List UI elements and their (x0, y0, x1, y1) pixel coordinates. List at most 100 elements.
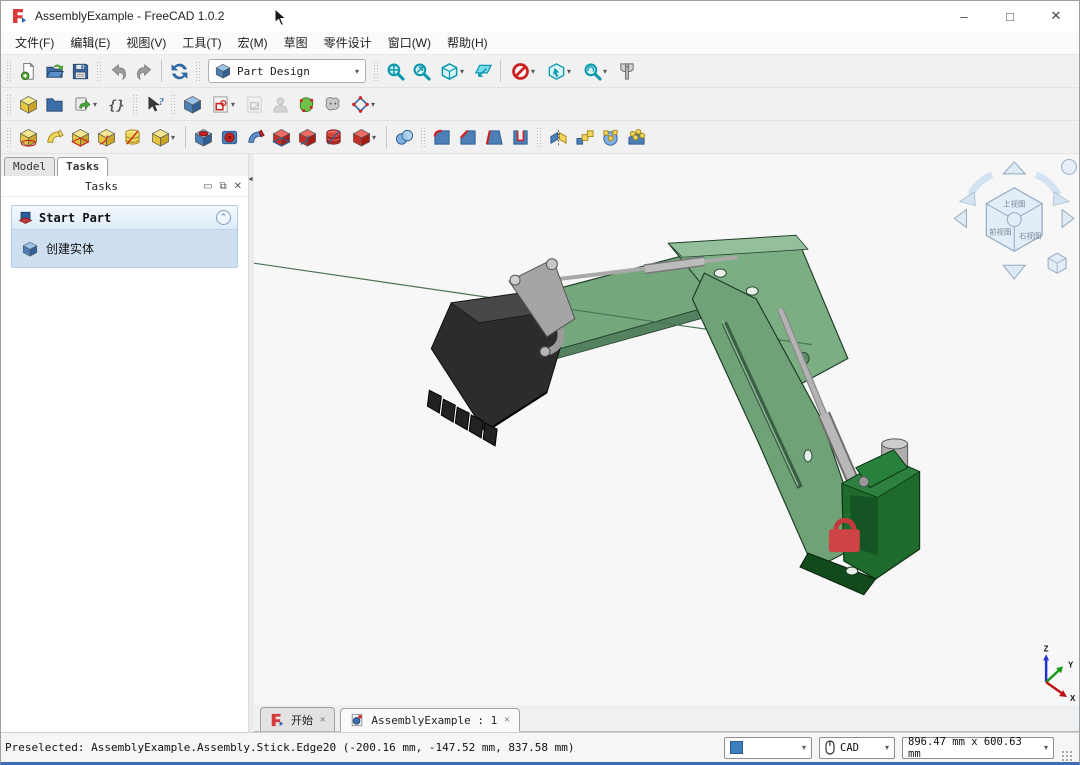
menu-view[interactable]: 视图(V) (118, 31, 174, 54)
toolbar-drag-handle[interactable] (132, 94, 138, 114)
menu-part-design[interactable]: 零件设计 (316, 31, 380, 54)
toolbar-drag-handle[interactable] (195, 61, 201, 81)
toolbar-drag-handle[interactable] (170, 94, 176, 114)
measure-button[interactable] (613, 58, 639, 84)
excavator-model[interactable] (254, 235, 920, 594)
create-sketch-button[interactable]: ▾ (205, 91, 241, 117)
toolbar-drag-handle[interactable] (536, 127, 542, 147)
toolbar-drag-handle[interactable] (6, 94, 12, 114)
workbench-selector[interactable]: Part Design ▾ (208, 59, 366, 83)
navcube-rotate-left[interactable] (959, 192, 975, 206)
additive-helix-button[interactable] (119, 124, 145, 150)
menu-edit[interactable]: 编辑(E) (62, 31, 118, 54)
navcube-arrow-up[interactable] (1003, 162, 1025, 174)
chamfer-button[interactable] (455, 124, 481, 150)
maximize-button[interactable]: □ (987, 1, 1033, 31)
tab-model[interactable]: Model (4, 157, 55, 176)
clipping-plane-button[interactable]: ▾ (505, 58, 541, 84)
mirrored-button[interactable] (545, 124, 571, 150)
panel-float-button[interactable]: ⧉ (219, 181, 226, 192)
variable-set-button[interactable]: {} (103, 91, 129, 117)
refresh-button[interactable] (166, 58, 192, 84)
element-selection-button[interactable]: ▾ (541, 58, 577, 84)
new-document-button[interactable] (15, 58, 41, 84)
panel-collapse-button[interactable]: ▭ (203, 181, 212, 192)
create-body-button[interactable] (179, 91, 205, 117)
3d-viewport[interactable]: 上视图 前视图 右视图 Z (254, 154, 1079, 705)
clone-button[interactable] (319, 91, 345, 117)
additive-primitive-button[interactable]: ▾ (145, 124, 181, 150)
navcube-orbit-dot[interactable] (1062, 159, 1077, 174)
menu-file[interactable]: 文件(F) (7, 31, 62, 54)
subtractive-helix-button[interactable] (320, 124, 346, 150)
menu-sketch[interactable]: 草图 (276, 31, 316, 54)
subtractive-loft-button[interactable] (268, 124, 294, 150)
close-button[interactable]: ✕ (1033, 1, 1079, 31)
linear-pattern-button[interactable] (571, 124, 597, 150)
navcube-arrow-right[interactable] (1062, 210, 1074, 228)
clipping-icon (511, 62, 530, 81)
draft-button[interactable] (481, 124, 507, 150)
draw-style-button[interactable]: ▾ (577, 58, 613, 84)
menu-help[interactable]: 帮助(H) (439, 31, 496, 54)
draw-style-selector[interactable]: ▾ (724, 737, 812, 759)
fillet-button[interactable] (429, 124, 455, 150)
toolbar-drag-handle[interactable] (96, 61, 102, 81)
revolution-button[interactable] (41, 124, 67, 150)
view-size-selector[interactable]: 896.47 mm x 600.63 mm ▾ (902, 737, 1054, 759)
create-body-task-item[interactable]: 创建实体 (12, 230, 237, 267)
pad-button[interactable] (15, 124, 41, 150)
toolbar-drag-handle[interactable] (373, 61, 379, 81)
axonometric-view-button[interactable]: ▾ (434, 58, 470, 84)
undo-button[interactable] (105, 58, 131, 84)
make-link-button[interactable]: ▾ (67, 91, 103, 117)
multi-transform-button[interactable] (623, 124, 649, 150)
subtractive-primitive-button[interactable]: ▾ (346, 124, 382, 150)
navcube-rotate-right[interactable] (1053, 192, 1069, 206)
panel-close-button[interactable]: ✕ (234, 181, 242, 192)
polar-pattern-button[interactable] (597, 124, 623, 150)
toolbar-drag-handle[interactable] (6, 61, 12, 81)
redo-button[interactable] (131, 58, 157, 84)
navigation-cube[interactable]: 上视图 前视图 右视图 (954, 159, 1076, 279)
navigation-style-selector[interactable]: CAD ▾ (819, 737, 895, 759)
fit-all-button[interactable] (382, 58, 408, 84)
navcube-top-label[interactable]: 上视图 (1003, 199, 1025, 209)
minimize-button[interactable]: – (941, 1, 987, 31)
navcube-arrow-down[interactable] (1003, 265, 1025, 279)
additive-sweep-button[interactable] (93, 124, 119, 150)
create-part-button[interactable] (15, 91, 41, 117)
whats-this-button[interactable]: ? (141, 91, 167, 117)
navcube-arrow-left[interactable] (954, 210, 966, 228)
create-group-button[interactable] (41, 91, 67, 117)
boolean-button[interactable] (391, 124, 417, 150)
tab-start-page[interactable]: 开始 ✕ (260, 707, 335, 731)
save-button[interactable] (67, 58, 93, 84)
section-collapse-icon[interactable]: ⌃ (216, 210, 231, 225)
menu-tools[interactable]: 工具(T) (174, 31, 229, 54)
tab-tasks[interactable]: Tasks (57, 157, 108, 176)
view-plane-button[interactable] (470, 58, 496, 84)
tab-close-icon[interactable]: ✕ (320, 715, 325, 725)
open-document-button[interactable] (41, 58, 67, 84)
menu-window[interactable]: 窗口(W) (380, 31, 439, 54)
splitter-collapse-icon[interactable]: ◄ (247, 176, 254, 183)
tab-close-icon[interactable]: ✕ (504, 715, 509, 725)
tab-assembly-document[interactable]: AssemblyExample : 1 ✕ (340, 708, 519, 732)
navcube-front-label[interactable]: 前视图 (989, 226, 1011, 236)
navcube-right-label[interactable]: 右视图 (1019, 230, 1041, 240)
groove-button[interactable] (242, 124, 268, 150)
shape-binder-button[interactable] (293, 91, 319, 117)
toolbar-drag-handle[interactable] (420, 127, 426, 147)
toolbar-drag-handle[interactable] (6, 127, 12, 147)
pocket-button[interactable] (190, 124, 216, 150)
hole-button[interactable] (216, 124, 242, 150)
zoom-selection-button[interactable] (408, 58, 434, 84)
subtractive-sweep-button[interactable] (294, 124, 320, 150)
resize-grip[interactable] (1061, 750, 1073, 762)
menu-macro[interactable]: 宏(M) (230, 31, 276, 54)
start-part-header[interactable]: Start Part ⌃ (12, 206, 237, 230)
create-datum-button[interactable]: ▾ (345, 91, 381, 117)
additive-loft-button[interactable] (67, 124, 93, 150)
thickness-button[interactable] (507, 124, 533, 150)
